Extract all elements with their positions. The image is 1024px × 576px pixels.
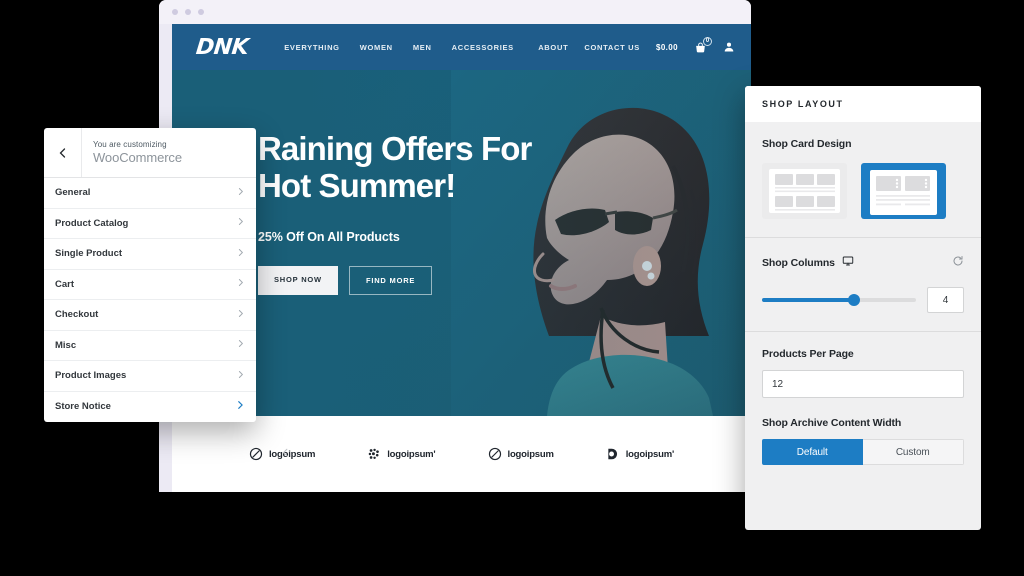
grid-card-design-option[interactable] <box>762 163 847 219</box>
brand-name: logoipsum <box>507 448 554 460</box>
customizer-item-label: Single Product <box>55 248 123 260</box>
browser-title-bar <box>159 0 751 24</box>
shop-now-button[interactable]: SHOP NOW <box>258 265 338 295</box>
chevron-right-icon <box>236 339 245 351</box>
circle-slash-icon <box>488 447 501 461</box>
dot-cluster-icon <box>368 448 380 460</box>
site-logo[interactable]: DNK <box>195 35 250 60</box>
customizer-item-label: Product Catalog <box>55 217 129 229</box>
shop-layout-panel: SHOP LAYOUT Shop Card Design Shop Column… <box>745 86 981 530</box>
brand-logo-carousel: logoipsum logoipsum' logoipsum logoipsum… <box>172 416 751 492</box>
chevron-right-icon <box>236 187 245 199</box>
shop-columns-header: Shop Columns <box>762 254 964 272</box>
customizer-item-label: General <box>55 187 91 199</box>
customizer-item-label: Store Notice <box>55 401 111 413</box>
shop-columns-section: Shop Columns 4 <box>745 238 981 332</box>
hero-section: Raining Offers For Hot Summer! 25% Off O… <box>172 70 751 416</box>
screenshot-stage: DNK EVERYTHING WOMEN MEN ACCESSORIES ABO… <box>0 0 1024 576</box>
customizer-item-single-product[interactable]: Single Product <box>44 239 256 270</box>
chevron-right-icon <box>236 248 245 260</box>
customizer-item-general[interactable]: General <box>44 178 256 209</box>
customizer-item-product-catalog[interactable]: Product Catalog <box>44 209 256 239</box>
reset-icon[interactable] <box>952 254 964 272</box>
nav-item-about[interactable]: ABOUT <box>538 43 568 52</box>
hero-buttons: SHOP NOW FIND MORE <box>258 265 532 295</box>
chevron-left-icon <box>59 147 65 158</box>
chevron-right-icon <box>236 309 245 321</box>
window-dot-maximize[interactable] <box>198 9 204 15</box>
nav-item-men[interactable]: MEN <box>413 43 432 52</box>
shop-columns-slider-row: 4 <box>762 287 964 313</box>
products-per-page-section: Products Per Page 12 Shop Archive Conten… <box>745 332 981 483</box>
customizer-item-checkout[interactable]: Checkout <box>44 300 256 331</box>
shop-archive-width-toggle: Default Custom <box>762 439 964 465</box>
customizer-item-cart[interactable]: Cart <box>44 270 256 300</box>
slider-thumb[interactable] <box>848 294 861 306</box>
window-dot-minimize[interactable] <box>185 9 191 15</box>
slider-fill <box>762 298 855 302</box>
width-option-custom[interactable]: Custom <box>862 439 964 465</box>
customizer-back-button[interactable] <box>44 128 82 177</box>
customizer-item-label: Checkout <box>55 309 99 321</box>
customizer-item-label: Cart <box>55 278 75 290</box>
cart-count-badge: 0 <box>703 36 712 46</box>
nav-item-women[interactable]: WOMEN <box>360 43 393 52</box>
shop-card-design-options <box>762 163 964 219</box>
chevron-right-icon <box>236 217 245 229</box>
customizer-item-store-notice[interactable]: Store Notice <box>44 392 256 423</box>
customizer-item-misc[interactable]: Misc <box>44 331 256 361</box>
shop-columns-value-input[interactable]: 4 <box>927 287 964 313</box>
chevron-right-icon <box>236 278 245 290</box>
shop-layout-header: SHOP LAYOUT <box>745 86 981 122</box>
list-item[interactable]: logoipsum' <box>606 447 674 461</box>
monitor-icon[interactable] <box>842 254 854 272</box>
customizer-item-label: Misc <box>55 339 77 351</box>
nav-item-accessories[interactable]: ACCESSORIES <box>452 43 514 52</box>
circle-slash-icon <box>249 447 263 461</box>
site-header: DNK EVERYTHING WOMEN MEN ACCESSORIES ABO… <box>172 24 751 70</box>
customizer-titles: You are customizing WooCommerce <box>82 128 182 177</box>
account-icon[interactable] <box>723 41 735 53</box>
list-card-design-option[interactable] <box>861 163 946 219</box>
hero-subtitle: 25% Off On All Products <box>258 229 400 244</box>
brand-name: logoipsum' <box>625 448 675 460</box>
list-item[interactable]: logoipsum' <box>367 447 436 461</box>
header-right-group: ABOUT CONTACT US $0.00 0 <box>538 36 735 54</box>
hero-copy: Raining Offers For Hot Summer! 25% Off O… <box>258 130 532 295</box>
customizer-header: You are customizing WooCommerce <box>44 128 256 178</box>
chevron-right-icon <box>236 370 245 382</box>
customizer-section-name: WooCommerce <box>93 150 182 165</box>
products-per-page-label: Products Per Page <box>762 348 854 360</box>
cart-total: $0.00 <box>655 42 678 52</box>
browser-viewport: DNK EVERYTHING WOMEN MEN ACCESSORIES ABO… <box>172 24 751 492</box>
customizer-kicker: You are customizing <box>93 140 167 149</box>
find-more-button[interactable]: FIND MORE <box>348 265 433 295</box>
customizer-item-label: Product Images <box>55 370 127 382</box>
customizer-item-product-images[interactable]: Product Images <box>44 361 256 392</box>
products-per-page-input[interactable]: 12 <box>762 370 964 398</box>
shop-columns-slider[interactable] <box>762 294 916 306</box>
nav-item-contact-us[interactable]: CONTACT US <box>584 43 640 52</box>
list-item[interactable]: logoipsum <box>488 447 554 461</box>
half-disc-icon <box>608 448 617 460</box>
shop-archive-width-label: Shop Archive Content Width <box>762 417 902 429</box>
shop-columns-label: Shop Columns <box>762 257 835 269</box>
carousel-prev-icon[interactable] <box>280 445 291 463</box>
brand-name: logoipsum <box>268 448 316 460</box>
brand-name: logoipsum' <box>387 448 436 460</box>
width-option-default[interactable]: Default <box>762 439 863 465</box>
cart-icon[interactable]: 0 <box>694 36 712 54</box>
hero-title: Raining Offers For Hot Summer! <box>258 130 532 205</box>
window-dot-close[interactable] <box>172 9 178 15</box>
nav-item-everything[interactable]: EVERYTHING <box>284 43 339 52</box>
woocommerce-customizer-panel: You are customizing WooCommerce General … <box>44 128 256 422</box>
panel-title: SHOP LAYOUT <box>762 99 844 109</box>
shop-card-design-section: Shop Card Design <box>745 122 981 238</box>
chevron-right-icon <box>235 400 245 413</box>
shop-card-design-label: Shop Card Design <box>762 138 852 150</box>
